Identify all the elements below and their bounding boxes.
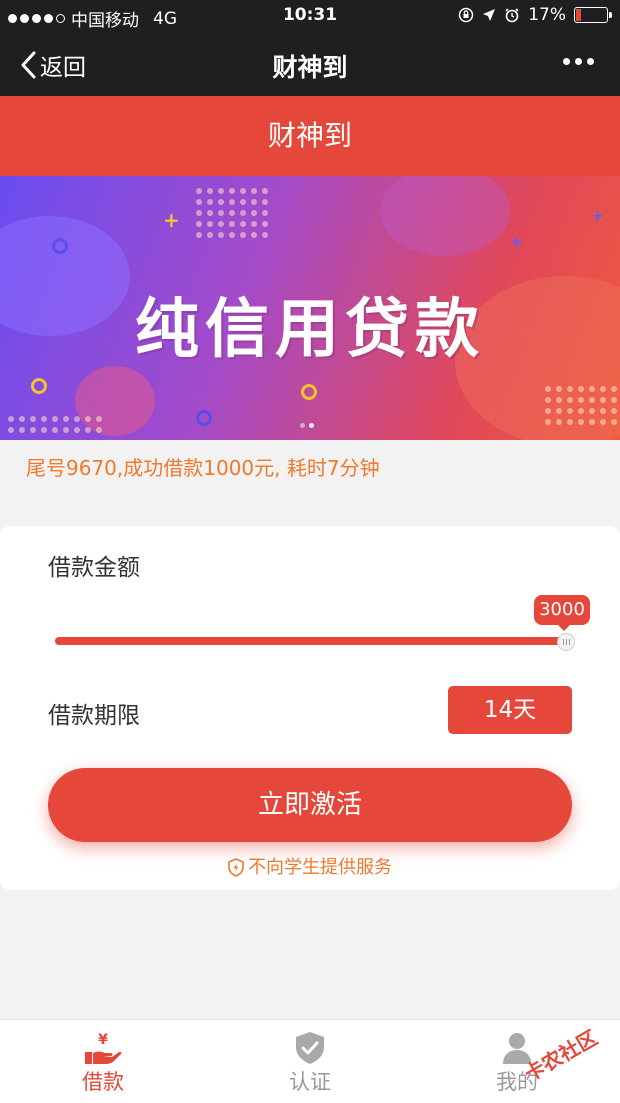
page-header: 财神到 [0, 96, 620, 176]
tab-icon-wrap [207, 1030, 413, 1066]
pager-dot [300, 423, 305, 428]
banner-decor [380, 176, 510, 256]
tab-verify[interactable]: 认证 [207, 1020, 413, 1103]
student-notice: 不向学生提供服务 [0, 853, 620, 879]
banner-title: 纯信用贷款 [135, 293, 485, 367]
loan-hand-yen-icon: ¥ [85, 1032, 122, 1064]
pager-dot-active [309, 423, 314, 428]
nav-bar: 返回 财神到 [0, 32, 620, 96]
banner-decor [196, 410, 212, 426]
student-notice-text: 不向学生提供服务 [248, 857, 392, 878]
more-menu-icon[interactable] [563, 58, 594, 65]
banner-dot-grid [8, 416, 102, 433]
banner-dot-grid [196, 188, 268, 238]
term-label: 借款期限 [48, 703, 140, 729]
tab-verify-label: 认证 [289, 1070, 331, 1094]
battery-icon [574, 7, 612, 23]
banner-decor [52, 238, 68, 254]
alarm-icon [505, 8, 519, 23]
tab-loan[interactable]: ¥ 借款 [0, 1020, 206, 1103]
loan-ticker: 尾号9670,成功借款1000元, 耗时7分钟 [26, 456, 380, 480]
tab-mine-label: 我的 [496, 1070, 538, 1094]
nav-title: 财神到 [272, 53, 348, 82]
shield-bolt-icon [228, 858, 244, 877]
rotation-lock-icon [458, 7, 474, 23]
status-right: 17% [458, 5, 612, 25]
amount-slider-handle[interactable] [557, 633, 575, 651]
term-select-button[interactable]: 14天 [448, 686, 572, 734]
amount-value-bubble: 3000 [534, 595, 590, 631]
battery-percent: 17% [528, 5, 566, 25]
status-bar: 中国移动 4G 10:31 17% [0, 0, 620, 32]
banner-decor: + [510, 232, 524, 251]
tab-loan-label: 借款 [82, 1070, 124, 1094]
amount-slider-track[interactable] [55, 637, 565, 645]
banner-decor [31, 378, 47, 394]
svg-text:¥: ¥ [98, 1032, 108, 1048]
banner-decor: + [591, 206, 605, 225]
amount-label: 借款金额 [48, 555, 140, 581]
shield-check-icon [296, 1032, 324, 1064]
banner-decor: + [163, 208, 180, 232]
banner-decor [301, 384, 317, 400]
promo-banner[interactable]: + + + 纯信用贷款 [0, 176, 620, 440]
banner-pager [300, 423, 314, 428]
banner-dot-grid [545, 386, 617, 425]
tab-icon-wrap: ¥ [0, 1030, 206, 1066]
location-icon [483, 9, 496, 21]
activate-button[interactable]: 立即激活 [48, 768, 572, 842]
